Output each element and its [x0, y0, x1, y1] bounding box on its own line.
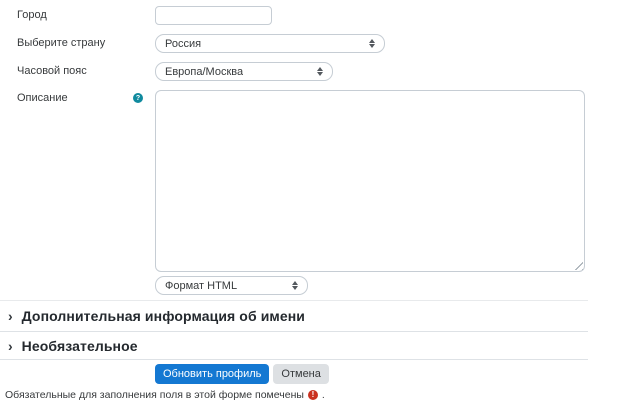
cancel-button[interactable]: Отмена: [273, 364, 328, 384]
required-fields-note: Обязательные для заполнения поля в этой …: [5, 389, 325, 401]
help-icon[interactable]: ?: [133, 93, 143, 103]
country-select-value: Россия: [165, 38, 201, 50]
select-arrows-icon: [292, 281, 299, 290]
section-title: Дополнительная информация об имени: [22, 308, 305, 324]
required-icon: !: [308, 390, 318, 400]
select-arrows-icon: [317, 67, 324, 76]
country-label: Выберите страну: [17, 34, 105, 53]
required-note-suffix: .: [322, 389, 325, 401]
form-actions: Обновить профиль Отмена: [155, 364, 329, 384]
description-field-wrapper: [155, 90, 585, 272]
chevron-right-icon: ›: [8, 339, 13, 353]
profile-edit-form: Город Выберите страну Россия Часовой поя…: [0, 0, 624, 406]
format-select[interactable]: Формат HTML: [155, 276, 308, 295]
section-title: Необязательное: [22, 338, 138, 354]
chevron-right-icon: ›: [8, 309, 13, 323]
required-note-text: Обязательные для заполнения поля в этой …: [5, 389, 304, 401]
update-profile-button[interactable]: Обновить профиль: [155, 364, 269, 384]
description-textarea[interactable]: [155, 90, 585, 272]
format-select-value: Формат HTML: [165, 280, 237, 292]
country-select[interactable]: Россия: [155, 34, 385, 53]
select-arrows-icon: [369, 39, 376, 48]
timezone-select[interactable]: Европа/Москва: [155, 62, 333, 81]
description-label: Описание: [17, 89, 68, 108]
collapsed-sections: › Дополнительная информация об имени › Н…: [0, 300, 588, 360]
city-input[interactable]: [155, 6, 272, 25]
timezone-select-value: Европа/Москва: [165, 66, 243, 78]
city-label: Город: [17, 6, 47, 25]
timezone-label: Часовой пояс: [17, 62, 87, 81]
section-additional-names[interactable]: › Дополнительная информация об имени: [0, 301, 588, 332]
section-optional[interactable]: › Необязательное: [0, 332, 588, 360]
